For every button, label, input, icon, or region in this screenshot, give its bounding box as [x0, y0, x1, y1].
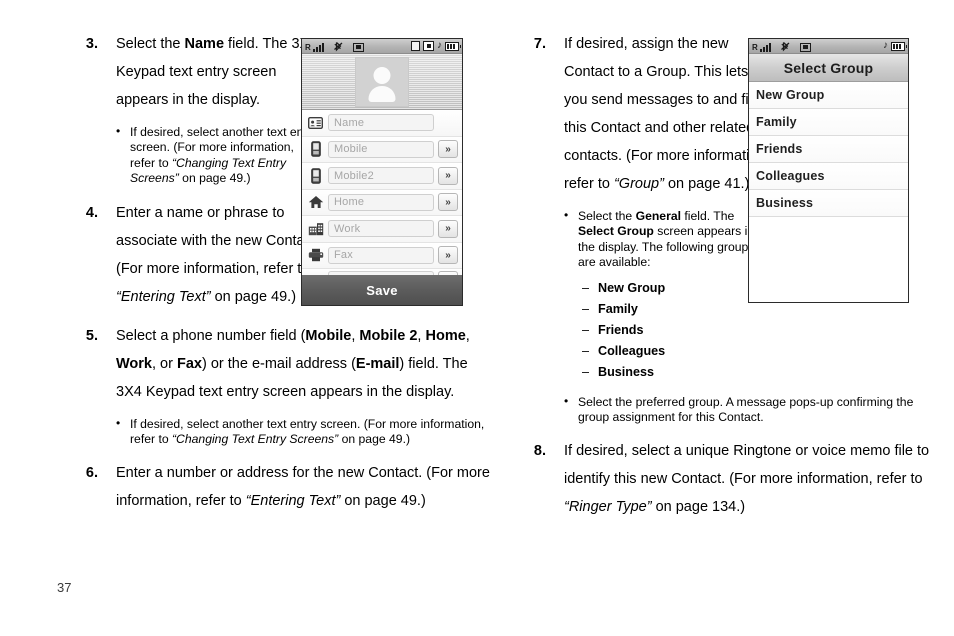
step-5-bullets: If desired, select another text entry sc…: [72, 416, 492, 448]
step-4-number: 4.: [85, 204, 98, 221]
step-8-text: If desired, select a unique Ringtone or …: [564, 443, 930, 516]
tty-icon: [799, 42, 811, 52]
contact-entry-screenshot: R ♪ Name Mobile » Mobile2 » Home » Work …: [301, 38, 463, 306]
step-5-text: Select a phone number field (Mobile, Mob…: [116, 327, 470, 400]
contact-field-list: Name Mobile» Mobile2» Home» Work» Fax»: [302, 110, 462, 278]
group-option-item: Business: [582, 362, 940, 383]
home-icon: [307, 194, 324, 210]
field-input-mobile2[interactable]: Mobile2: [328, 167, 434, 185]
bullet-item: If desired, select another text entry sc…: [116, 124, 320, 187]
contact-field-row[interactable]: Fax»: [302, 242, 462, 269]
bullet-item: If desired, select another text entry sc…: [116, 416, 492, 448]
field-input-mobile[interactable]: Mobile: [328, 140, 434, 158]
group-list-item[interactable]: New Group: [749, 82, 908, 109]
roaming-signal-icon: R: [305, 42, 324, 52]
mobile-phone-icon: [307, 167, 324, 184]
field-expand-button[interactable]: »: [438, 140, 458, 159]
status-icons-left: R: [305, 41, 364, 52]
step-7-number: 7.: [533, 36, 546, 52]
bluetooth-off-icon: [333, 41, 344, 52]
step-3-number: 3.: [85, 36, 98, 52]
field-input-name[interactable]: Name: [328, 114, 434, 132]
status-icons-right: ♪: [883, 40, 907, 51]
tty-icon: [352, 42, 364, 52]
contact-photo-banner[interactable]: [302, 54, 462, 110]
page-number: 37: [57, 580, 72, 595]
field-input-home[interactable]: Home: [328, 193, 434, 211]
manual-page: 3. Select the Name field. The 3X4 Keypad…: [0, 0, 954, 636]
field-expand-button[interactable]: »: [438, 193, 458, 212]
group-list-item[interactable]: Business: [749, 190, 908, 217]
contact-field-row[interactable]: Mobile»: [302, 136, 462, 163]
field-expand-button[interactable]: »: [438, 166, 458, 185]
step-5: 5. Select a phone number field (Mobile, …: [72, 322, 492, 406]
step-6-text: Enter a number or address for the new Co…: [116, 465, 490, 510]
step-7-bullets-2: Select the preferred group. A message po…: [520, 394, 940, 426]
group-list-item[interactable]: Friends: [749, 136, 908, 163]
contact-field-row[interactable]: Mobile2»: [302, 163, 462, 190]
contact-card-icon: [307, 115, 324, 131]
step-8-number: 8.: [533, 443, 546, 460]
group-list-item[interactable]: Family: [749, 109, 908, 136]
mobile-phone-icon: [307, 141, 324, 158]
message-icon: [411, 41, 420, 51]
step-6-number: 6.: [85, 465, 98, 482]
group-status-bar: R ♪: [749, 39, 908, 54]
field-input-fax[interactable]: Fax: [328, 246, 434, 264]
group-list: New Group Family Friends Colleagues Business: [749, 82, 908, 217]
music-note-icon: ♪: [437, 40, 442, 51]
save-button[interactable]: Save: [302, 275, 462, 305]
bullet-item: Select the General field. The Select Gro…: [564, 208, 768, 271]
bullet-item: Select the preferred group. A message po…: [564, 394, 940, 426]
roaming-signal-icon: R: [752, 42, 771, 52]
printer-fax-icon: [307, 247, 324, 263]
status-icons-right: ♪: [411, 40, 461, 51]
field-input-work[interactable]: Work: [328, 220, 434, 238]
contact-status-bar: R ♪: [302, 39, 462, 54]
select-group-title: Select Group: [749, 54, 908, 82]
contact-photo-placeholder[interactable]: [355, 56, 409, 107]
group-option-item: Colleagues: [582, 341, 940, 362]
contact-field-row[interactable]: Name: [302, 110, 462, 137]
step-4-text: Enter a name or phrase to associate with…: [116, 204, 320, 305]
avatar-head-icon: [373, 66, 391, 84]
battery-icon: [891, 41, 907, 51]
group-option-item: Friends: [582, 320, 940, 341]
battery-icon: [445, 41, 461, 51]
avatar-body-icon: [368, 85, 396, 102]
step-7-text: If desired, assign the new Contact to a …: [564, 36, 770, 192]
office-building-icon: [307, 221, 324, 237]
field-expand-button[interactable]: »: [438, 246, 458, 265]
step-3-text: Select the Name field. The 3X4 Keypad te…: [116, 36, 318, 108]
select-group-screenshot: R ♪ Select Group New Group Family Friends C…: [748, 38, 909, 303]
step-6: 6. Enter a number or address for the new…: [72, 459, 492, 515]
camera-icon: [423, 41, 434, 51]
contact-field-row[interactable]: Home»: [302, 189, 462, 216]
status-icons-left: R: [752, 41, 811, 52]
field-expand-button[interactable]: »: [438, 219, 458, 238]
group-list-item[interactable]: Colleagues: [749, 163, 908, 190]
step-8: 8. If desired, select a unique Ringtone …: [520, 437, 940, 521]
music-note-icon: ♪: [883, 40, 888, 51]
step-5-number: 5.: [85, 327, 98, 344]
field-chevron-spacer: [438, 114, 458, 132]
contact-field-row[interactable]: Work»: [302, 216, 462, 243]
bluetooth-off-icon: [780, 41, 791, 52]
